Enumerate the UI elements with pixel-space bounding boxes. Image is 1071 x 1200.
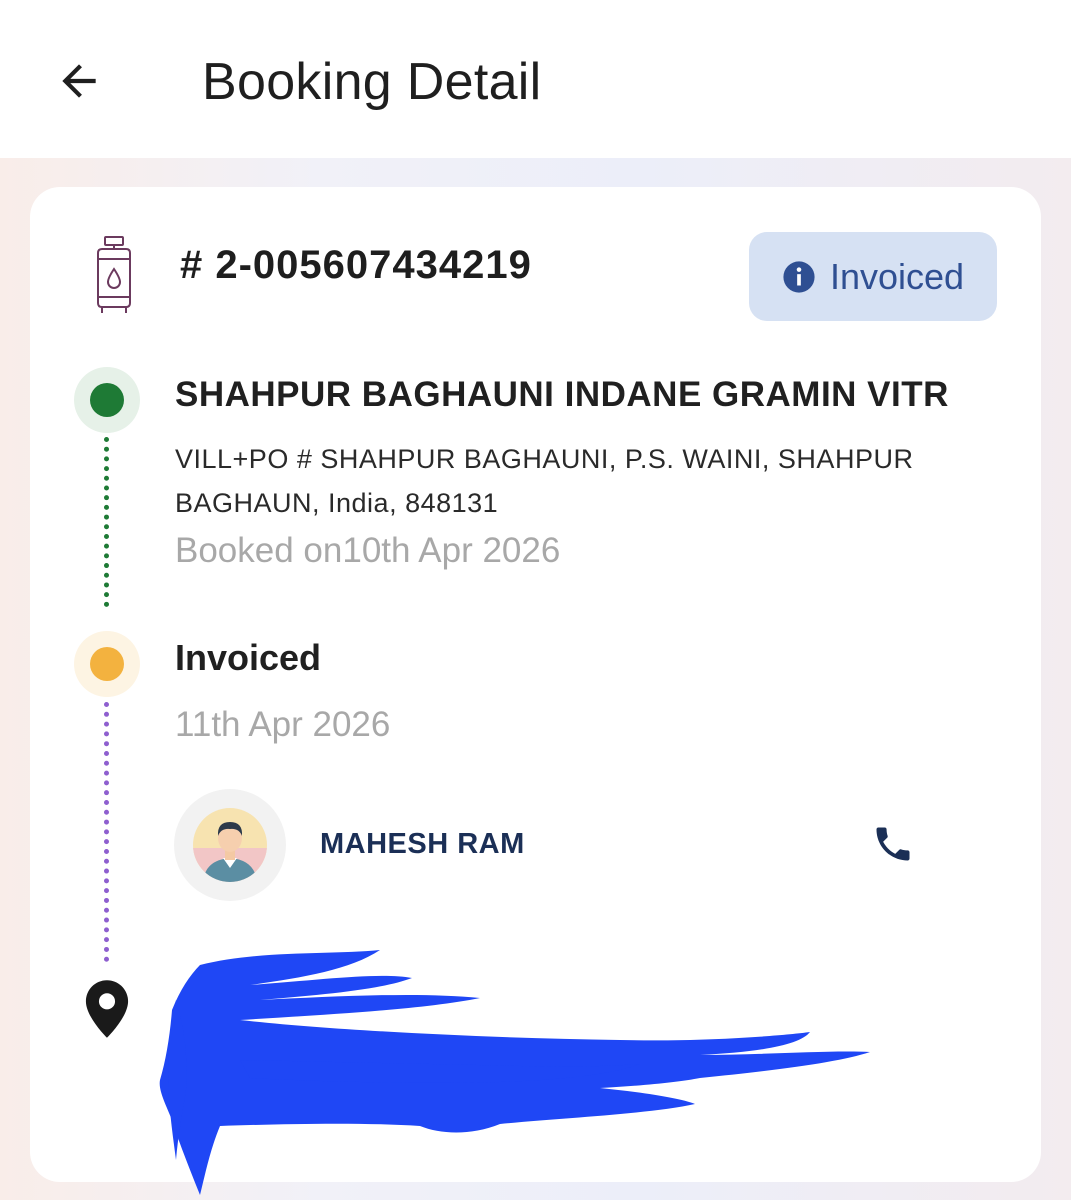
- avatar: [174, 789, 286, 901]
- booked-on-date: Booked on10th Apr 2026: [175, 531, 561, 570]
- info-icon: [783, 260, 815, 293]
- timeline-dot-invoiced: [74, 631, 140, 697]
- distributor-name: SHAHPUR BAGHAUNI INDANE GRAMIN VITR: [175, 375, 949, 414]
- app-bar: Booking Detail: [0, 0, 1071, 158]
- booking-id: # 2-005607434219: [180, 243, 532, 287]
- gas-cylinder-icon: [97, 236, 131, 313]
- timeline-connector-green: [104, 437, 109, 607]
- page-title: Booking Detail: [202, 53, 542, 111]
- status-badge: Invoiced: [749, 232, 997, 321]
- invoiced-date: 11th Apr 2026: [175, 705, 391, 744]
- location-pin-icon: [85, 980, 129, 1038]
- timeline-dot-booked-inner: [90, 383, 124, 417]
- phone-icon: [876, 827, 910, 861]
- distributor-address: VILL+PO # SHAHPUR BAGHAUNI, P.S. WAINI, …: [175, 444, 914, 518]
- timeline-connector-purple: [104, 702, 109, 962]
- status-label: Invoiced: [829, 255, 965, 297]
- booking-card: # 2-005607434219 Invoiced SHAHPUR BAGHAU…: [30, 187, 1041, 1182]
- call-button[interactable]: [868, 819, 918, 869]
- back-button[interactable]: [48, 50, 110, 112]
- person-avatar-icon: [193, 808, 267, 882]
- timeline-dot-invoiced-inner: [90, 647, 124, 681]
- arrow-left-icon: [62, 64, 96, 98]
- invoiced-step-title: Invoiced: [175, 637, 322, 678]
- driver-name: MAHESH RAM: [320, 828, 525, 860]
- delivery-address-redacted: [175, 987, 895, 1127]
- timeline-dot-booked: [74, 367, 140, 433]
